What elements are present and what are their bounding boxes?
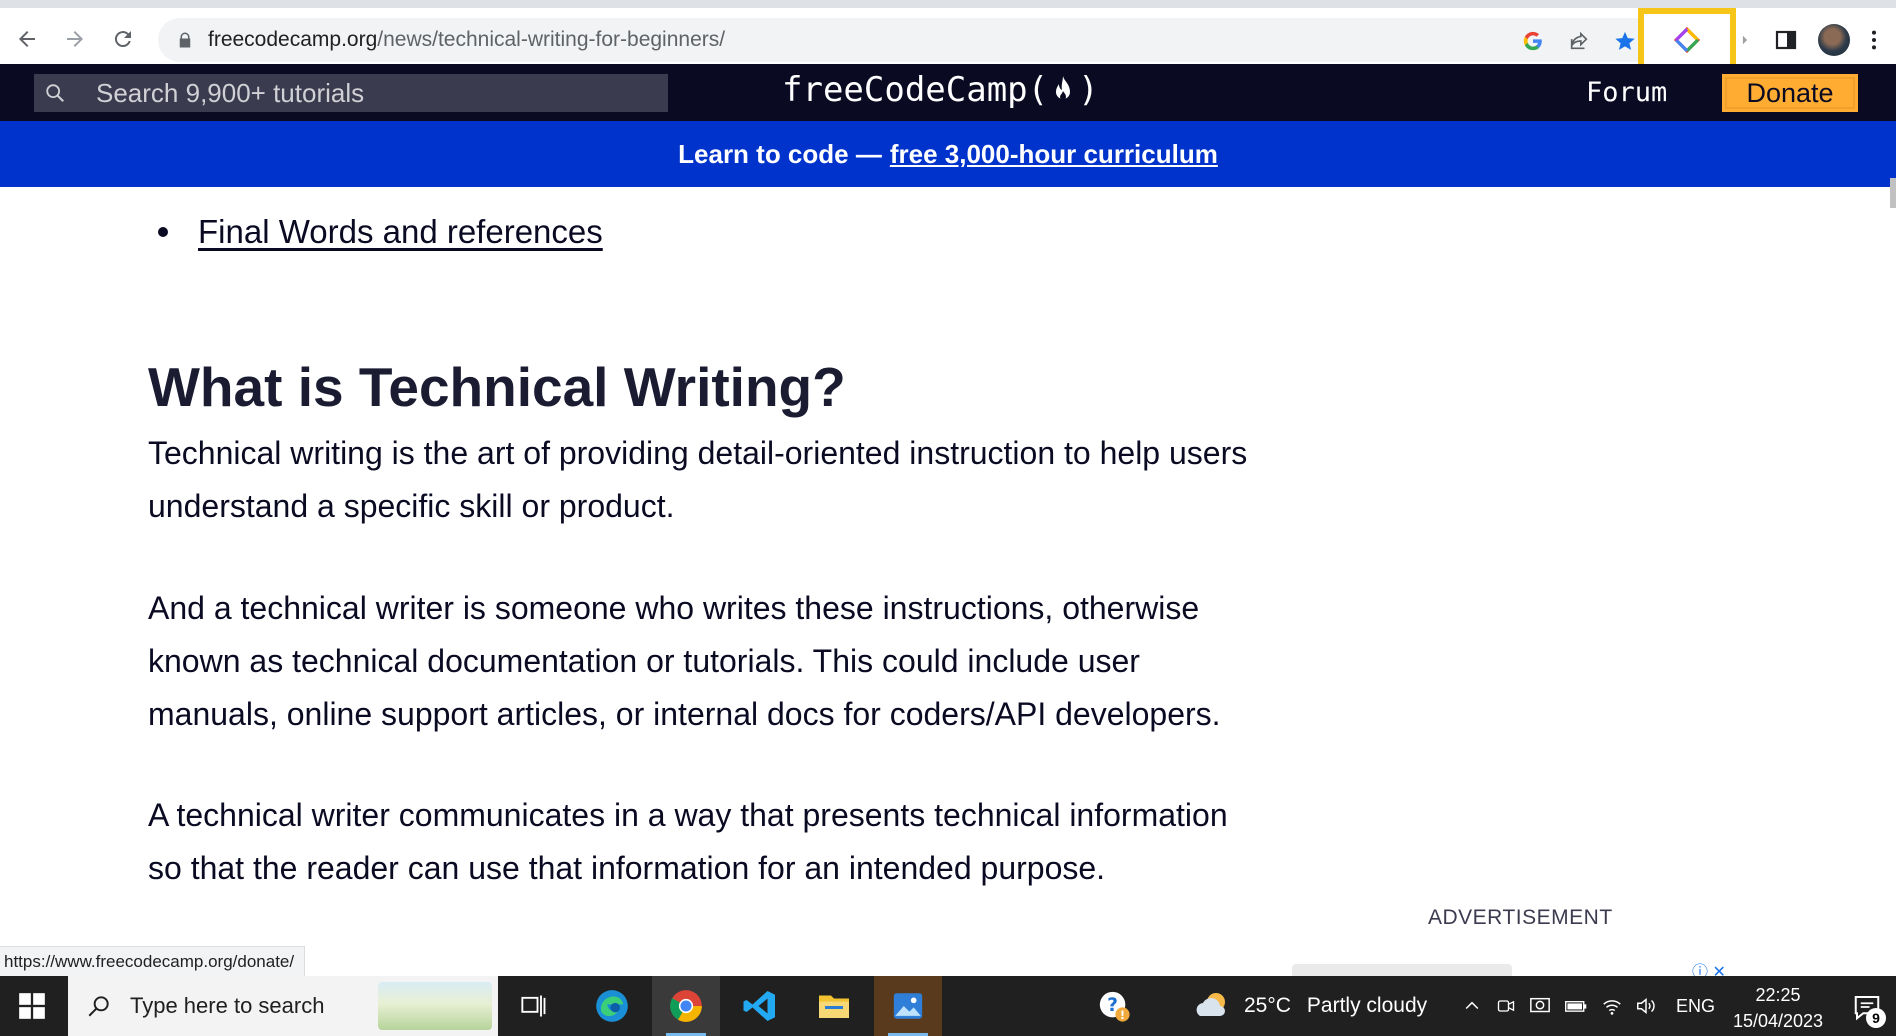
fcc-header: Search 9,900+ tutorials freeCodeCamp( ) … bbox=[0, 64, 1896, 121]
browser-toolbar: freecodecamp.org/news/technical-writing-… bbox=[0, 0, 1896, 72]
paragraph-2: And a technical writer is someone who wr… bbox=[148, 590, 1221, 732]
extension-diamond-icon bbox=[1674, 27, 1700, 53]
reload-icon bbox=[114, 31, 131, 48]
url-path: /news/technical-writing-for-beginners/ bbox=[377, 28, 726, 51]
chrome-icon bbox=[670, 990, 702, 1022]
google-icon[interactable] bbox=[1522, 30, 1544, 52]
toc-list-item: Final Words and references bbox=[158, 213, 603, 251]
notification-count-badge: 9 bbox=[1866, 1008, 1886, 1028]
paragraph-3: A technical writer communicates in a way… bbox=[148, 797, 1228, 886]
weather-temperature: 25°C bbox=[1244, 994, 1291, 1017]
url-text: freecodecamp.org/news/technical-writing-… bbox=[208, 28, 725, 52]
curriculum-banner: Learn to code — free 3,000-hour curricul… bbox=[0, 121, 1896, 187]
meet-now-icon[interactable] bbox=[1494, 994, 1518, 1018]
photos-icon bbox=[893, 993, 923, 1019]
chrome-taskbar-button[interactable] bbox=[652, 976, 720, 1036]
partly-cloudy-icon bbox=[1196, 993, 1225, 1016]
photos-taskbar-button[interactable] bbox=[874, 976, 942, 1036]
logo-text-right: ) bbox=[1078, 70, 1099, 110]
volume-icon[interactable] bbox=[1634, 994, 1658, 1018]
bookmark-star-icon[interactable] bbox=[1614, 30, 1636, 52]
edge-taskbar-button[interactable] bbox=[578, 976, 646, 1036]
bullet bbox=[158, 227, 168, 237]
section-heading: What is Technical Writing? bbox=[148, 356, 846, 418]
vscode-taskbar-button[interactable] bbox=[726, 976, 794, 1036]
url-domain: freecodecamp.org bbox=[208, 28, 378, 51]
search-icon bbox=[46, 84, 64, 102]
edge-icon bbox=[596, 990, 628, 1022]
taskbar-search-box[interactable]: Type here to search bbox=[68, 976, 498, 1036]
tutorial-search-input[interactable]: Search 9,900+ tutorials bbox=[34, 74, 668, 112]
fcc-logo[interactable]: freeCodeCamp( ) bbox=[782, 70, 1099, 110]
share-icon[interactable] bbox=[1568, 30, 1590, 52]
extensions-arrow-icon[interactable] bbox=[1738, 26, 1752, 54]
menu-dots-icon[interactable] bbox=[1868, 26, 1880, 54]
banner-prefix: Learn to code — bbox=[678, 138, 882, 169]
link-hover-status: https://www.freecodecamp.org/donate/ bbox=[0, 946, 306, 978]
toc-link-final-words[interactable]: Final Words and references bbox=[198, 213, 603, 251]
weather-widget[interactable]: 25°C Partly cloudy bbox=[1192, 986, 1427, 1026]
profile-avatar[interactable] bbox=[1818, 24, 1850, 56]
system-clock[interactable]: 22:25 15/04/2023 bbox=[1728, 982, 1828, 1034]
windows-start-icon[interactable] bbox=[18, 992, 46, 1020]
reload-button[interactable] bbox=[106, 22, 140, 56]
advertisement-label: ADVERTISEMENT bbox=[1428, 906, 1613, 929]
forum-link[interactable]: Forum bbox=[1586, 77, 1667, 108]
chevron-up-icon[interactable] bbox=[1460, 994, 1484, 1018]
task-view-button[interactable] bbox=[500, 976, 568, 1036]
advertisement-frame[interactable] bbox=[1292, 964, 1512, 976]
logo-text-left: freeCodeCamp( bbox=[782, 70, 1049, 110]
side-panel-icon[interactable] bbox=[1772, 26, 1800, 54]
flame-icon bbox=[1056, 76, 1071, 100]
folder-icon bbox=[819, 995, 849, 1018]
arrow-left-icon bbox=[19, 31, 35, 47]
arrow-right-icon bbox=[67, 31, 83, 47]
search-icon bbox=[88, 996, 109, 1017]
wifi-icon[interactable] bbox=[1600, 994, 1624, 1018]
clock-date: 15/04/2023 bbox=[1732, 1011, 1824, 1031]
input-language[interactable]: ENG bbox=[1676, 996, 1715, 1017]
task-view-icon bbox=[521, 995, 546, 1017]
windows-taskbar: Type here to search ?! 25°C Partly cloud… bbox=[0, 976, 1896, 1036]
donate-button[interactable]: Donate bbox=[1722, 74, 1858, 112]
curriculum-link[interactable]: free 3,000-hour curriculum bbox=[890, 139, 1218, 170]
battery-icon[interactable] bbox=[1564, 994, 1588, 1018]
address-bar[interactable]: freecodecamp.org/news/technical-writing-… bbox=[158, 18, 1658, 62]
extension-highlight-box[interactable] bbox=[1638, 8, 1736, 72]
search-placeholder: Search 9,900+ tutorials bbox=[96, 77, 365, 108]
page-scrollbar-thumb[interactable] bbox=[1890, 178, 1896, 208]
help-icon: ?! bbox=[1099, 991, 1130, 1022]
taskbar-search-placeholder: Type here to search bbox=[130, 993, 325, 1018]
vscode-icon bbox=[743, 991, 775, 1021]
file-explorer-taskbar-button[interactable] bbox=[800, 976, 868, 1036]
paragraph-1: Technical writing is the art of providin… bbox=[148, 435, 1248, 524]
svg-text:!: ! bbox=[1120, 1008, 1125, 1022]
clock-time: 22:25 bbox=[1755, 985, 1801, 1005]
search-highlight-illustration bbox=[378, 982, 492, 1030]
help-button[interactable]: ?! bbox=[1080, 976, 1148, 1036]
forward-button[interactable] bbox=[58, 22, 92, 56]
back-button[interactable] bbox=[10, 22, 44, 56]
weather-description: Partly cloudy bbox=[1306, 994, 1428, 1017]
display-sync-icon[interactable] bbox=[1528, 994, 1552, 1018]
lock-icon bbox=[179, 32, 191, 48]
